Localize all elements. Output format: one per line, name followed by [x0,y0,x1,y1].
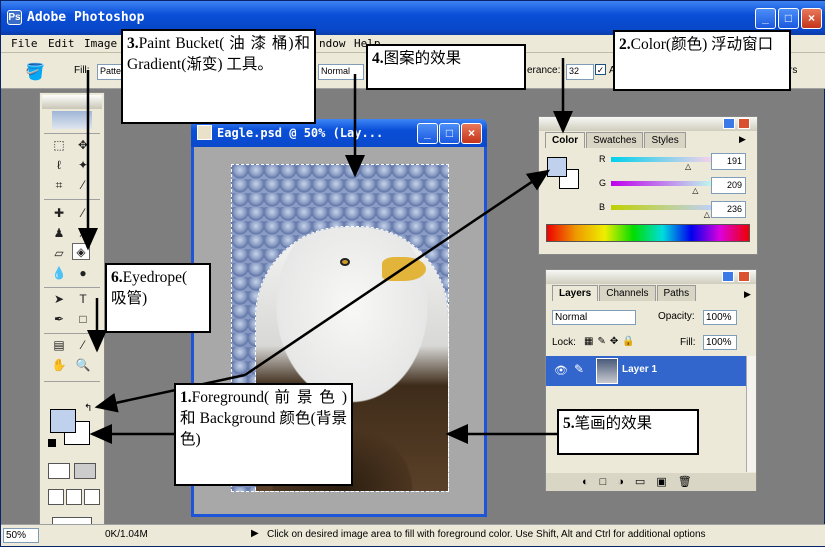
callout-4-number: 4. [372,50,384,67]
callout-stroke-effect: 5.笔画的效果 [557,409,699,455]
callout-3-number: 3. [127,35,139,52]
callout-paint-bucket: 3.Paint Bucket( 油 漆 桶)和 Gradient(渐变) 工具。 [121,29,316,124]
callout-1-number: 1. [180,389,192,406]
callout-pattern-effect: 4.图案的效果 [366,44,526,90]
callout-6-number: 6. [111,269,123,286]
callout-color-palette: 2.Color(颜色) 浮动窗口 [613,30,791,91]
callout-foreground-background: 1.Foreground( 前 景 色 ) 和 Background 颜色(背景… [174,383,353,486]
callout-4-text: 图案的效果 [383,50,462,67]
callout-eyedropper: 6.Eyedrope( 吸管) [105,263,211,333]
callout-2-text: Color(颜色) 浮动窗口 [630,36,774,53]
arrow-to-color-fg [244,169,551,377]
callout-6-text: Eyedrope( 吸管) [111,269,188,307]
callout-3-text: Paint Bucket( 油 漆 桶)和 Gradient(渐变) 工具。 [127,35,310,73]
callout-5-text: 笔画的效果 [574,415,653,432]
callout-5-number: 5. [563,415,575,432]
callout-2-number: 2. [619,36,631,53]
callout-1-text: Foreground( 前 景 色 ) 和 Background 颜色(背景色) [180,389,347,448]
